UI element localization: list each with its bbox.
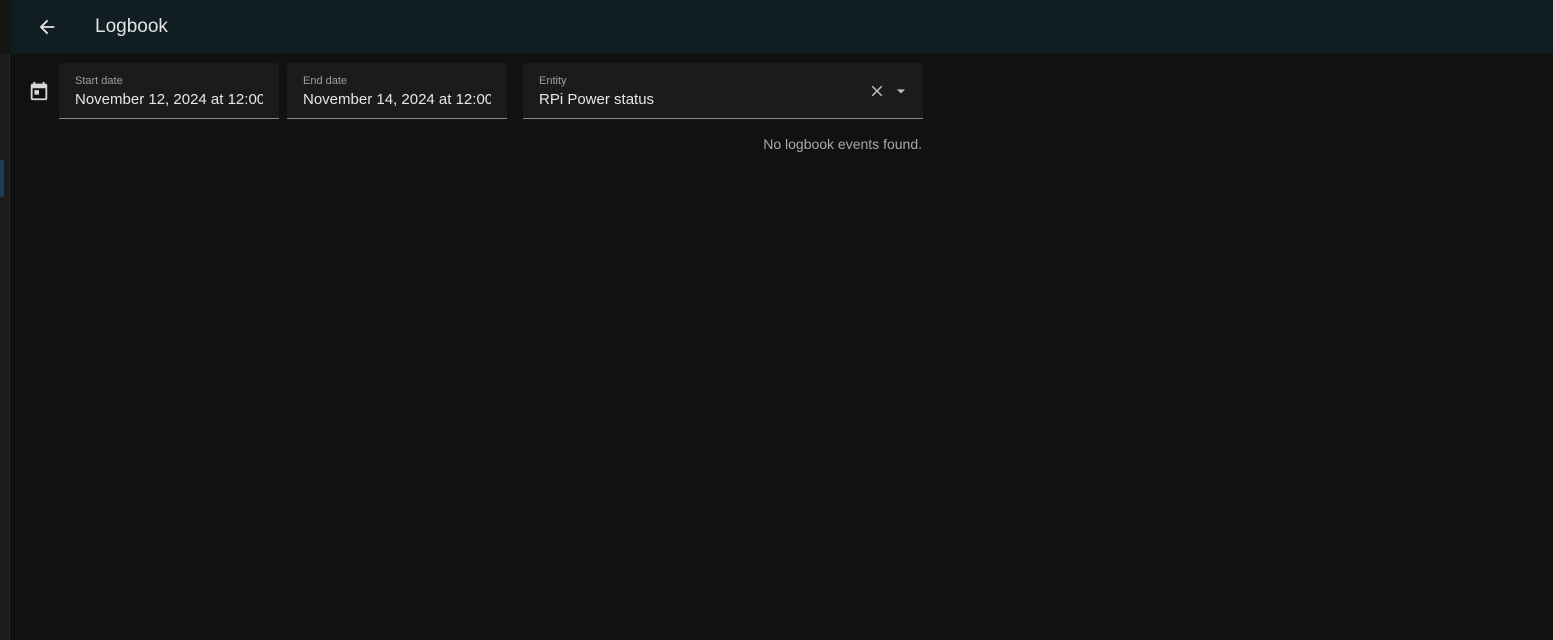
back-button[interactable] [27, 7, 67, 47]
end-date-value: November 14, 2024 at 12:00 PM [303, 91, 491, 108]
end-date-field[interactable]: End date November 14, 2024 at 12:00 PM [287, 63, 507, 119]
start-date-value: November 12, 2024 at 12:00 AM [75, 91, 263, 108]
menu-down-icon[interactable] [891, 81, 911, 101]
page-title: Logbook [95, 16, 168, 37]
entity-actions [867, 81, 911, 101]
end-date-label: End date [303, 75, 348, 87]
arrow-left-icon [39, 19, 55, 35]
entity-picker[interactable]: Entity RPi Power status [523, 63, 923, 119]
logbook-filters: Start date November 12, 2024 at 12:00 AM… [11, 63, 923, 119]
entity-label: Entity [539, 75, 567, 87]
start-date-label: Start date [75, 75, 123, 87]
sidebar-rail [0, 0, 10, 640]
entity-value: RPi Power status [539, 91, 655, 108]
app-toolbar: Logbook [11, 0, 1553, 54]
start-date-field[interactable]: Start date November 12, 2024 at 12:00 AM [59, 63, 279, 119]
logbook-content: Start date November 12, 2024 at 12:00 AM… [11, 54, 1553, 640]
close-icon[interactable] [867, 81, 887, 101]
sidebar-rail-top [0, 0, 10, 54]
sidebar-active-indicator[interactable] [0, 160, 4, 197]
calendar-icon [30, 81, 48, 101]
empty-logbook-message: No logbook events found. [763, 136, 922, 152]
date-range-picker-button[interactable] [19, 63, 59, 119]
